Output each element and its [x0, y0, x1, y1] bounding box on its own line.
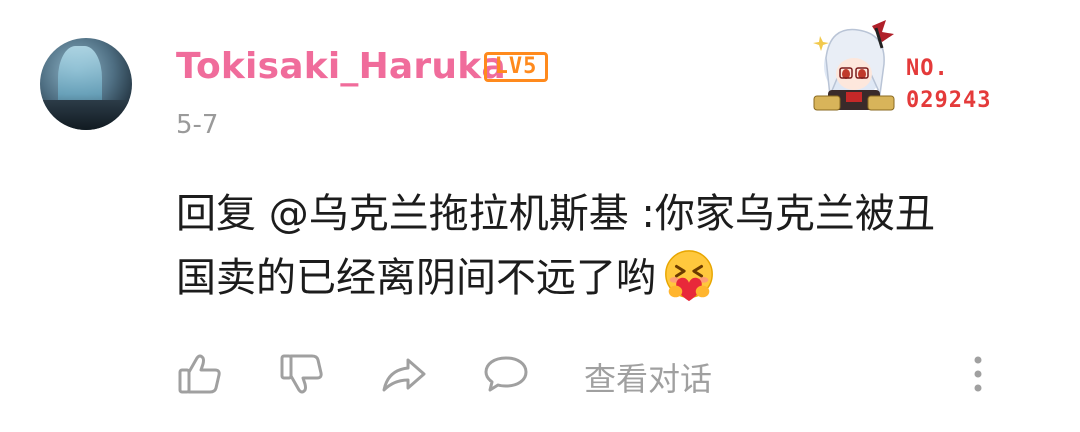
more-options-button[interactable] [958, 346, 998, 402]
fan-badge-number: 029243 [906, 88, 992, 113]
comment-date: 5-7 [176, 110, 219, 140]
fan-badge-label: NO. [906, 56, 949, 81]
view-conversation-link[interactable]: 查看对话 [584, 354, 712, 400]
hugging-heart-emoji-icon [665, 250, 713, 302]
more-vertical-icon [974, 356, 982, 392]
share-icon [382, 358, 426, 392]
fan-badge-character-icon [813, 20, 895, 111]
fan-badge[interactable]: NO. 029243 [796, 12, 1006, 122]
comment-bubble-icon [484, 356, 528, 392]
comment-text-line-2: 国卖的已经离阴间不远了哟 [176, 246, 1026, 310]
username[interactable]: Tokisaki_Haruka [176, 46, 506, 87]
user-avatar[interactable] [40, 38, 132, 130]
comment-text-line-1: 回复 @乌克兰拖拉机斯基 :你家乌克兰被丑 [176, 191, 935, 237]
reply-button[interactable] [482, 346, 530, 402]
level-badge: LV5 [484, 52, 548, 82]
avatar-desk [40, 100, 132, 130]
thumbs-up-icon [178, 354, 221, 394]
dislike-button[interactable] [278, 346, 326, 402]
comment-text-line-2-text: 国卖的已经离阴间不远了哟 [176, 255, 656, 301]
like-button[interactable] [176, 346, 224, 402]
share-button[interactable] [380, 346, 428, 402]
thumbs-down-icon [280, 354, 323, 394]
comment-text: 回复 @乌克兰拖拉机斯基 :你家乌克兰被丑 国卖的已经离阴间不远了哟 [176, 182, 1026, 310]
comment-actions: 查看对话 [176, 346, 1006, 402]
